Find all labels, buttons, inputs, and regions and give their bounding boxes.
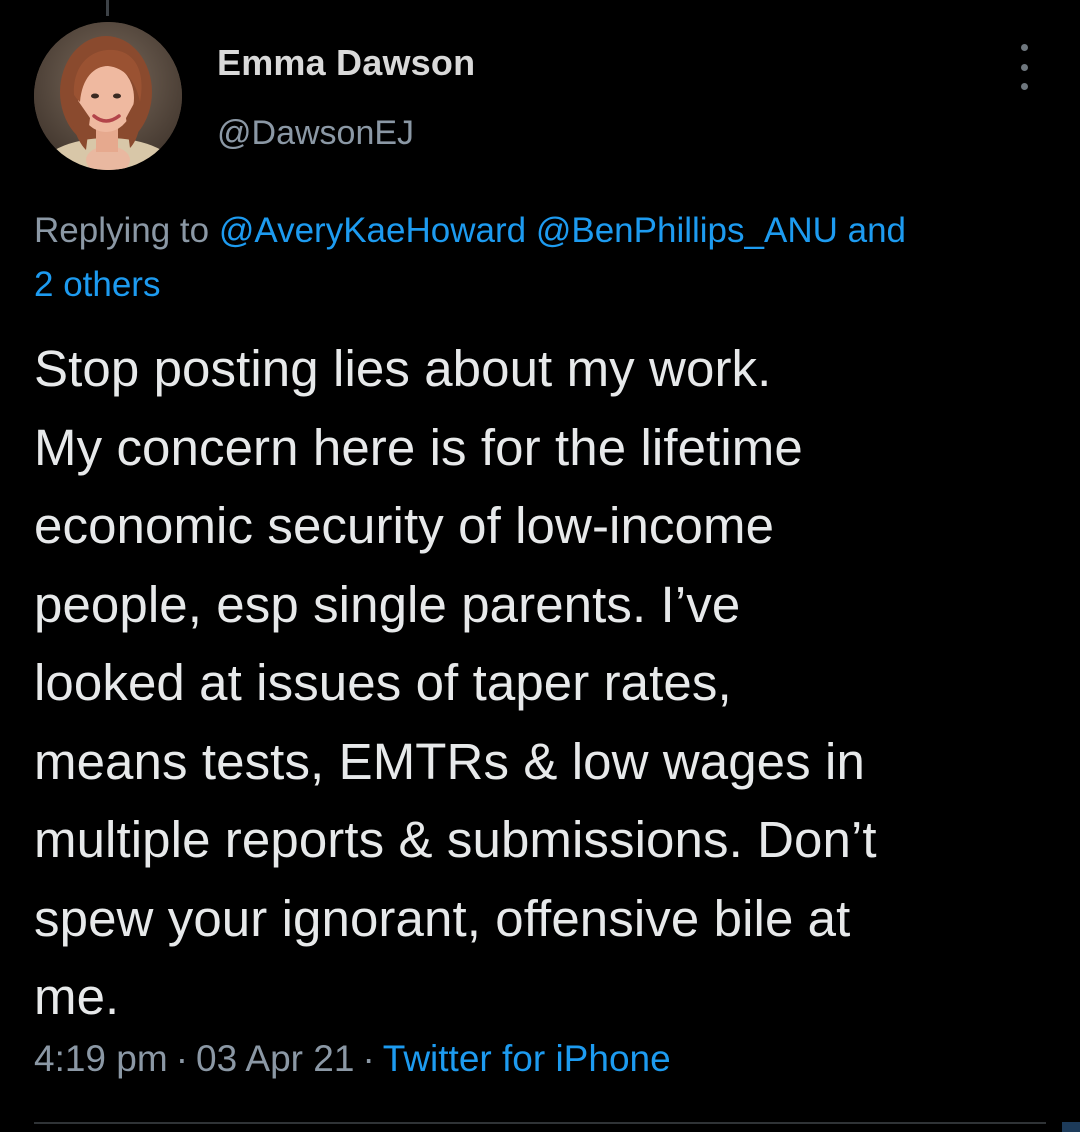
- replying-to-prefix: Replying to: [34, 211, 210, 250]
- tweet-text-line: economic security of low-income: [34, 497, 775, 554]
- tweet-date[interactable]: 03 Apr 21: [196, 1038, 354, 1079]
- tweet-text-line: me.: [34, 968, 120, 1025]
- replying-to-line: Replying to @AveryKaeHoward @BenPhillips…: [34, 204, 1044, 312]
- thread-connector-line: [106, 0, 109, 16]
- tweet-text-line: My concern here is for the lifetime: [34, 418, 803, 476]
- others-link[interactable]: 2 others: [34, 265, 160, 304]
- tweet-text-line: looked at issues of taper rates,: [34, 654, 732, 711]
- avatar[interactable]: [34, 22, 182, 170]
- mention-conjunction[interactable]: and: [848, 211, 906, 250]
- more-options-icon[interactable]: [1006, 44, 1042, 90]
- profile-photo-icon: [34, 22, 182, 170]
- tweet-text-line: means tests, EMTRs & low wages in: [34, 732, 865, 790]
- tweet-metadata: 4:19 pm · 03 Apr 21 · Twitter for iPhone: [34, 1038, 671, 1080]
- divider: [34, 1122, 1046, 1124]
- meta-separator: ·: [362, 1038, 375, 1079]
- mention-link[interactable]: @AveryKaeHoward: [219, 211, 526, 250]
- meta-separator: ·: [175, 1038, 189, 1079]
- tweet-text-line: spew your ignorant, offensive bile at: [34, 889, 851, 947]
- tweet-text-line: multiple reports & submissions. Don’t: [34, 811, 877, 868]
- author-handle[interactable]: @DawsonEJ: [217, 114, 414, 153]
- more-dot: [1020, 63, 1028, 71]
- scroll-indicator: [1062, 1122, 1080, 1132]
- tweet-time[interactable]: 4:19 pm: [34, 1038, 168, 1079]
- author-display-name[interactable]: Emma Dawson: [217, 42, 475, 84]
- tweet-text-line: people, esp single parents. I’ve: [34, 575, 741, 633]
- tweet-text-line: Stop posting lies about my work.: [34, 340, 772, 397]
- tweet-source-link[interactable]: Twitter for iPhone: [383, 1038, 671, 1079]
- more-dot: [1020, 44, 1028, 51]
- tweet-text: Stop posting lies about my work. My conc…: [34, 330, 1064, 1037]
- mention-link[interactable]: @BenPhillips_ANU: [536, 211, 838, 250]
- more-dot: [1020, 83, 1028, 90]
